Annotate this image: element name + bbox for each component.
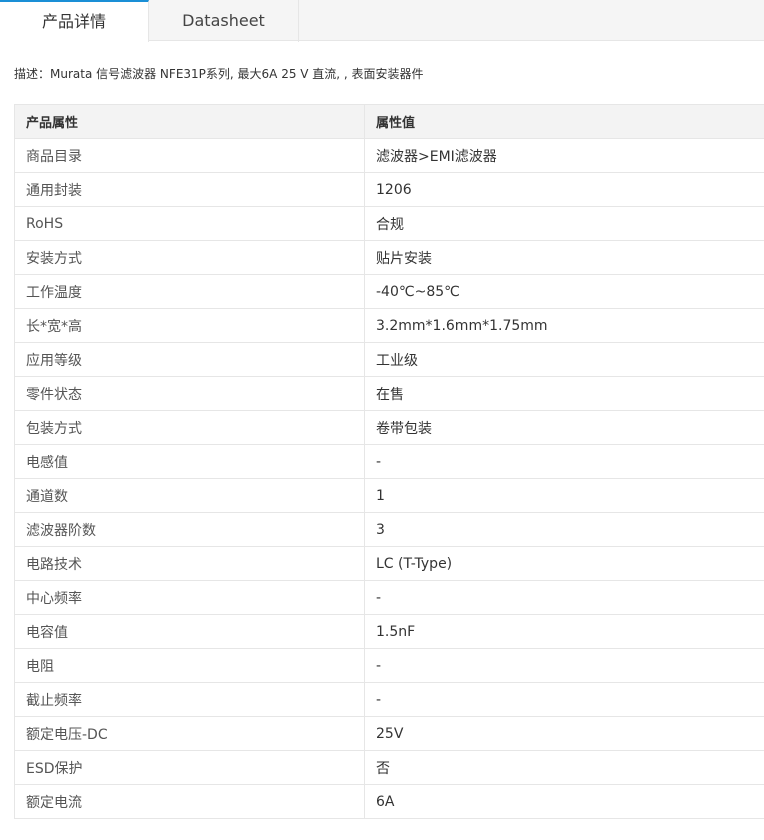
table-row: 包装方式 卷带包装 — [14, 410, 764, 445]
table-row: 商品目录 滤波器>EMI滤波器 — [14, 138, 764, 173]
attribute-name: 商品目录 — [14, 138, 365, 173]
tab-product-details[interactable]: 产品详情 — [0, 0, 149, 42]
header-attribute: 产品属性 — [14, 104, 365, 139]
attribute-value: 否 — [364, 750, 764, 785]
attribute-name: 应用等级 — [14, 342, 365, 377]
attribute-value: 工业级 — [364, 342, 764, 377]
table-row: 额定电压-DC 25V — [14, 716, 764, 751]
table-row: 安装方式 贴片安装 — [14, 240, 764, 275]
attribute-value: 合规 — [364, 206, 764, 241]
attribute-name: 滤波器阶数 — [14, 512, 365, 547]
attribute-name: 通用封装 — [14, 172, 365, 207]
attribute-name: RoHS — [14, 206, 365, 241]
attribute-value: 25V — [364, 716, 764, 751]
attribute-name: 零件状态 — [14, 376, 365, 411]
attribute-value: 3 — [364, 512, 764, 547]
attribute-value: 卷带包装 — [364, 410, 764, 445]
attribute-name: 电容值 — [14, 614, 365, 649]
attribute-value: 1 — [364, 478, 764, 513]
table-row: RoHS 合规 — [14, 206, 764, 241]
table-header-row: 产品属性 属性值 — [14, 104, 764, 139]
header-value: 属性值 — [364, 104, 764, 139]
attribute-value: 滤波器>EMI滤波器 — [364, 138, 764, 173]
spec-table: 产品属性 属性值 商品目录 滤波器>EMI滤波器 通用封装 1206 RoHS 合规 安装方… — [14, 104, 764, 819]
table-row: 电容值 1.5nF — [14, 614, 764, 649]
product-description: 描述：Murata 信号滤波器 NFE31P系列, 最大6A 25 V 直流, … — [14, 67, 424, 81]
table-row: 截止频率 - — [14, 682, 764, 717]
attribute-name: 安装方式 — [14, 240, 365, 275]
attribute-name: 额定电流 — [14, 784, 365, 819]
tab-datasheet[interactable]: Datasheet — [149, 0, 299, 42]
attribute-value: 1206 — [364, 172, 764, 207]
table-row: 滤波器阶数 3 — [14, 512, 764, 547]
attribute-name: 包装方式 — [14, 410, 365, 445]
table-row: 中心频率 - — [14, 580, 764, 615]
attribute-name: 电路技术 — [14, 546, 365, 581]
attribute-name: 电感值 — [14, 444, 365, 479]
attribute-value: - — [364, 580, 764, 615]
table-row: 应用等级 工业级 — [14, 342, 764, 377]
table-row: ESD保护否 — [14, 750, 764, 785]
table-row: 工作温度 -40℃~85℃ — [14, 274, 764, 309]
tab-bar: 产品详情 Datasheet — [0, 0, 764, 42]
attribute-name: 通道数 — [14, 478, 365, 513]
table-row: 通道数 1 — [14, 478, 764, 513]
attribute-name: ESD保护 — [14, 750, 365, 785]
attribute-name: 中心频率 — [14, 580, 365, 615]
attribute-value: 1.5nF — [364, 614, 764, 649]
attribute-name: 电阻 — [14, 648, 365, 683]
table-row: 通用封装 1206 — [14, 172, 764, 207]
table-row: 电阻 - — [14, 648, 764, 683]
attribute-value: 6A — [364, 784, 764, 819]
attribute-value: LC (T-Type) — [364, 546, 764, 581]
table-row: 长*宽*高 3.2mm*1.6mm*1.75mm — [14, 308, 764, 343]
attribute-value: -40℃~85℃ — [364, 274, 764, 309]
attribute-name: 额定电压-DC — [14, 716, 365, 751]
attribute-name: 长*宽*高 — [14, 308, 365, 343]
attribute-value: - — [364, 648, 764, 683]
attribute-name: 工作温度 — [14, 274, 365, 309]
table-row: 电路技术 LC (T-Type) — [14, 546, 764, 581]
table-row: 电感值 - — [14, 444, 764, 479]
table-row: 额定电流 6A — [14, 784, 764, 819]
table-body: 商品目录 滤波器>EMI滤波器 通用封装 1206 RoHS 合规 安装方式 贴片安装 工作温度… — [14, 138, 764, 819]
attribute-name: 截止频率 — [14, 682, 365, 717]
attribute-value: 3.2mm*1.6mm*1.75mm — [364, 308, 764, 343]
attribute-value: 在售 — [364, 376, 764, 411]
attribute-value: - — [364, 444, 764, 479]
attribute-value: 贴片安装 — [364, 240, 764, 275]
table-row: 零件状态 在售 — [14, 376, 764, 411]
attribute-value: - — [364, 682, 764, 717]
